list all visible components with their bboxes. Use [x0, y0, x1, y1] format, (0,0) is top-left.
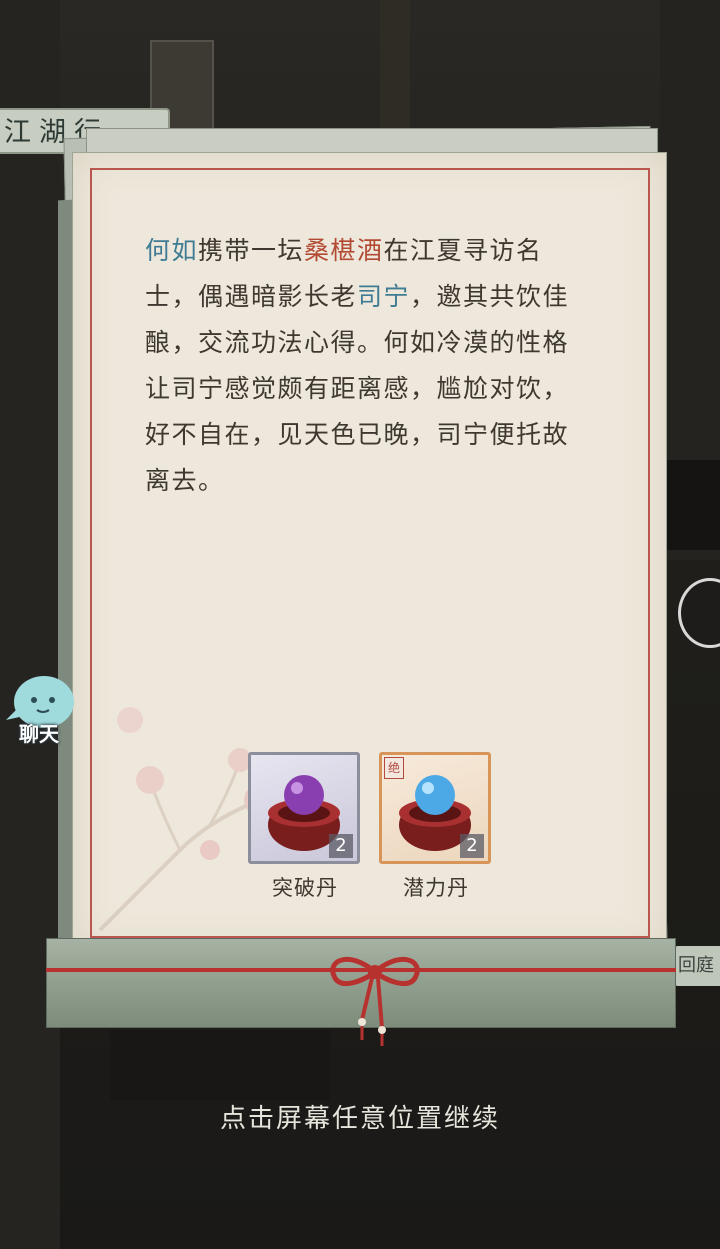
background-table	[660, 460, 720, 550]
grade-badge: 绝	[384, 757, 404, 779]
story-text: 何如携带一坛桑椹酒在江夏寻访名士，偶遇暗影长老司宁，邀其共饮佳酿，交流功法心得。…	[145, 228, 585, 504]
chat-label[interactable]: 聊天	[4, 718, 74, 747]
reward-count: 2	[460, 834, 484, 858]
location-sign-right: 回庭	[674, 946, 720, 986]
story-name: 司宁	[357, 282, 411, 311]
story-text-part: ，邀其共饮佳酿，交流功法心得。何如冷漠的性格让司宁感觉颇有距离感，尴尬对饮，好不…	[145, 282, 570, 495]
background-pillar	[0, 0, 60, 1249]
reward-tile[interactable]: 绝 2	[379, 752, 491, 864]
story-item: 桑椹酒	[304, 236, 384, 265]
background-cabinet	[110, 1030, 330, 1100]
reward-tile[interactable]: 2	[248, 752, 360, 864]
reward-item-potential-pill[interactable]: 绝 2 潜力丹	[379, 752, 493, 902]
reward-item-breakthrough-pill[interactable]: 2 突破丹	[248, 752, 362, 902]
ribbon-bow-icon	[330, 957, 420, 1046]
reward-label: 潜力丹	[403, 876, 469, 900]
story-name: 何如	[145, 236, 199, 265]
reward-count: 2	[329, 834, 353, 858]
story-text-part: 携带一坛	[198, 236, 305, 265]
reward-label: 突破丹	[272, 876, 338, 900]
continue-hint[interactable]: 点击屏幕任意位置继续	[0, 1098, 720, 1135]
